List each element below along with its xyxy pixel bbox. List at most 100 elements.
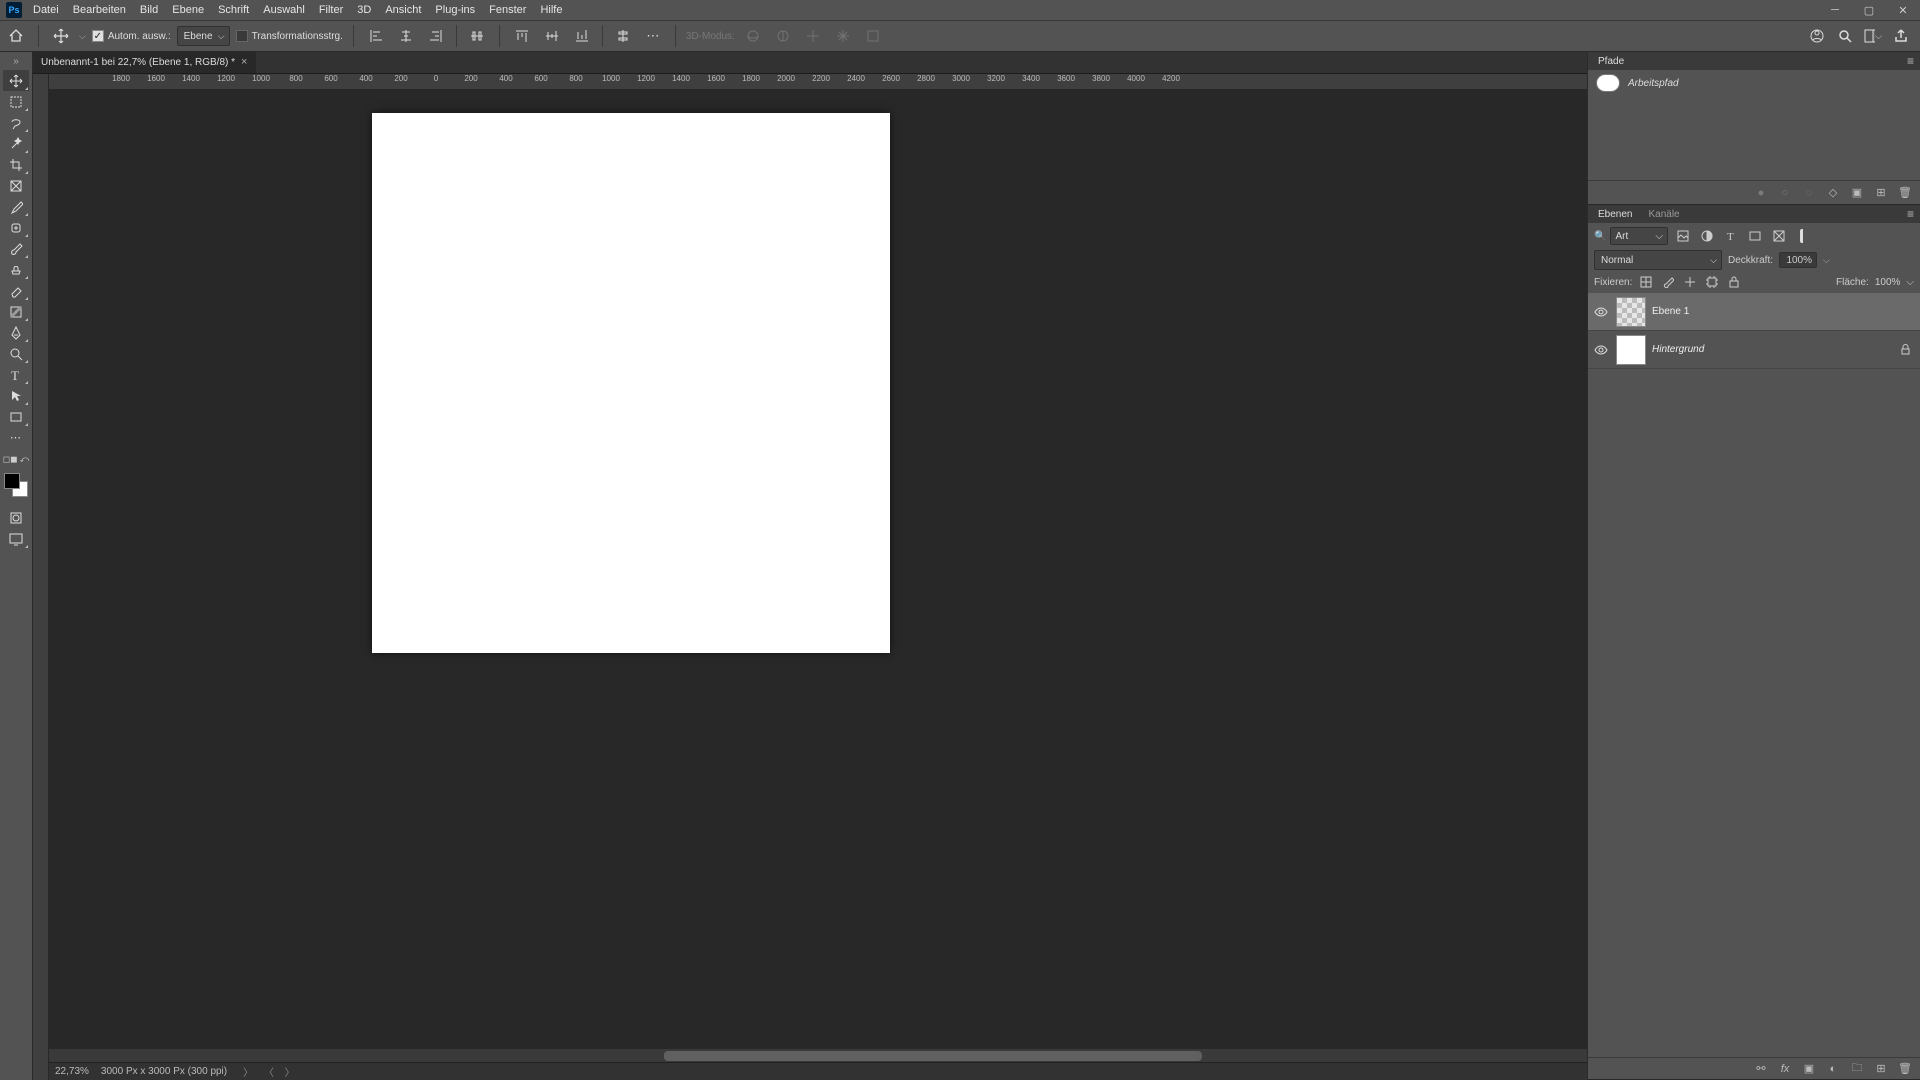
magic-wand-tool[interactable] [3,133,29,154]
layer-filter-kind-select[interactable]: Art [1610,227,1668,245]
stroke-path-icon[interactable]: ○ [1778,186,1792,200]
align-top-edges-icon[interactable] [510,24,534,48]
3d-orbit-icon[interactable] [741,24,765,48]
menu-plug-ins[interactable]: Plug-ins [428,0,482,20]
zoom-level[interactable]: 22,73% [55,1066,89,1077]
document-tab[interactable]: Unbenannt-1 bei 22,7% (Ebene 1, RGB/8) *… [33,51,256,73]
clone-stamp-tool[interactable] [3,259,29,280]
window-close-button[interactable]: ✕ [1886,0,1920,20]
delete-path-icon[interactable]: 🗑 [1898,186,1912,200]
menu-ebene[interactable]: Ebene [165,0,211,20]
workspace-switcher-icon[interactable]: ⌵ [1864,27,1882,45]
menu-ansicht[interactable]: Ansicht [378,0,428,20]
filter-shape-icon[interactable] [1746,227,1764,245]
lock-all-icon[interactable] [1726,274,1742,290]
menu-fenster[interactable]: Fenster [482,0,533,20]
window-minimize-button[interactable]: ─ [1818,0,1852,20]
color-swatch[interactable] [4,473,28,497]
align-horizontal-centers-icon[interactable] [394,24,418,48]
3d-slide-icon[interactable] [831,24,855,48]
distribute-horizontal-icon[interactable] [465,24,489,48]
dodge-tool[interactable] [3,343,29,364]
link-layers-icon[interactable]: ⚯ [1754,1062,1768,1076]
layer-name[interactable]: Ebene 1 [1652,306,1689,317]
rectangular-marquee-tool[interactable] [3,91,29,112]
horizontal-scrollbar[interactable] [49,1048,1587,1062]
edit-toolbar-button[interactable]: ⋯ [3,427,29,448]
menu-filter[interactable]: Filter [312,0,350,20]
eraser-tool[interactable] [3,280,29,301]
layer-row[interactable]: Hintergrund [1588,331,1920,369]
layers-panel-menu-icon[interactable]: ≡ [1907,207,1914,221]
add-mask-icon[interactable]: ▣ [1850,186,1864,200]
channels-tab[interactable]: Kanäle [1644,207,1683,222]
fill-path-icon[interactable]: ● [1754,186,1768,200]
move-tool[interactable] [3,70,29,91]
blend-mode-select[interactable]: Normal [1594,250,1722,270]
share-icon[interactable] [1892,27,1910,45]
delete-layer-icon[interactable]: 🗑 [1898,1062,1912,1076]
group-layers-icon[interactable]: 🗀 [1850,1062,1864,1076]
swap-colors-icon[interactable]: ⤺ [20,454,30,465]
menu-schrift[interactable]: Schrift [211,0,256,20]
home-button[interactable] [4,24,28,48]
auto-select-target-select[interactable]: Ebene [177,26,230,46]
3d-pan-icon[interactable] [801,24,825,48]
lock-artboard-icon[interactable] [1704,274,1720,290]
move-tool-icon[interactable] [49,24,73,48]
auto-select-checkbox[interactable]: ✓Autom. ausw.: [92,30,171,42]
path-selection-tool[interactable] [3,385,29,406]
gradient-tool[interactable] [3,301,29,322]
load-path-selection-icon[interactable]: ◌ [1802,186,1816,200]
lock-transparency-icon[interactable] [1638,274,1654,290]
lasso-tool[interactable] [3,112,29,133]
align-vertical-centers-icon[interactable] [540,24,564,48]
align-right-edges-icon[interactable] [424,24,448,48]
menu-3d[interactable]: 3D [350,0,378,20]
transform-controls-checkbox[interactable]: Transformationsstrg. [236,30,343,42]
layer-thumbnail[interactable] [1616,335,1646,365]
distribute-vertical-icon[interactable] [611,24,635,48]
3d-roll-icon[interactable] [771,24,795,48]
lock-position-icon[interactable] [1682,274,1698,290]
menu-auswahl[interactable]: Auswahl [256,0,312,20]
canvas[interactable] [372,113,890,653]
window-maximize-button[interactable]: ▢ [1852,0,1886,20]
brush-tool[interactable] [3,238,29,259]
layer-name[interactable]: Hintergrund [1652,344,1704,355]
adjustment-layer-icon[interactable]: ◐ [1826,1062,1840,1076]
close-tab-icon[interactable]: × [241,56,247,68]
search-icon[interactable] [1836,27,1854,45]
filter-pixel-icon[interactable] [1674,227,1692,245]
filter-type-icon[interactable]: T [1722,227,1740,245]
fill-value[interactable]: 100% [1875,277,1901,288]
menu-bearbeiten[interactable]: Bearbeiten [66,0,133,20]
opacity-value[interactable]: 100% [1779,252,1817,268]
crop-tool[interactable] [3,154,29,175]
visibility-toggle-icon[interactable] [1592,341,1610,359]
default-colors-icon[interactable]: ◻◼ [3,454,18,465]
layers-tab[interactable]: Ebenen [1594,207,1636,222]
path-item[interactable]: Arbeitspfad [1588,70,1920,96]
filter-adjustment-icon[interactable] [1698,227,1716,245]
lock-pixels-icon[interactable] [1660,274,1676,290]
type-tool[interactable]: T [3,364,29,385]
frame-tool[interactable] [3,175,29,196]
filter-toggle[interactable] [1800,229,1808,243]
document-info[interactable]: 3000 Px x 3000 Px (300 ppi) [101,1066,227,1077]
paths-tab[interactable]: Pfade [1594,54,1628,69]
menu-bild[interactable]: Bild [133,0,165,20]
rectangle-tool[interactable] [3,406,29,427]
cloud-docs-icon[interactable] [1808,27,1826,45]
pen-tool[interactable] [3,322,29,343]
make-work-path-icon[interactable]: ◇ [1826,186,1840,200]
visibility-toggle-icon[interactable] [1592,303,1610,321]
eyedropper-tool[interactable] [3,196,29,217]
paths-panel-menu-icon[interactable]: ≡ [1907,54,1914,68]
menu-datei[interactable]: Datei [26,0,66,20]
screen-mode-button[interactable] [3,528,29,549]
new-layer-icon[interactable]: ⊞ [1874,1062,1888,1076]
align-left-edges-icon[interactable] [364,24,388,48]
layer-row[interactable]: Ebene 1 [1588,293,1920,331]
filter-smart-icon[interactable] [1770,227,1788,245]
